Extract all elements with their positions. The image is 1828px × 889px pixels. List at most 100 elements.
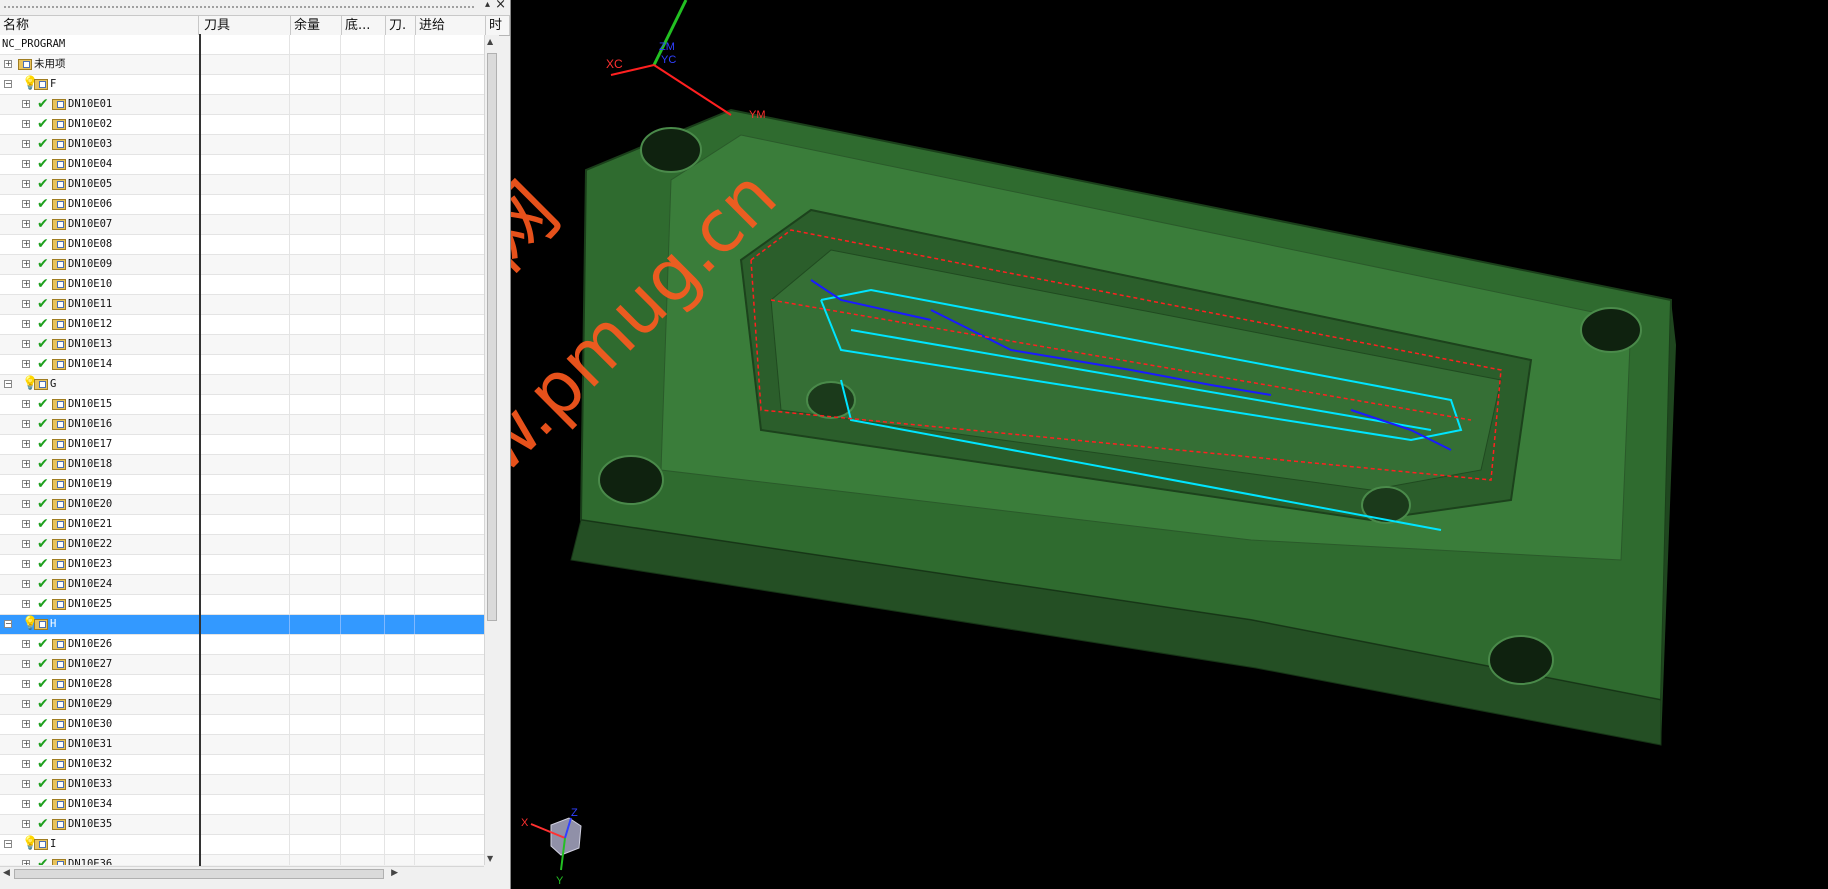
expand-icon[interactable]: + bbox=[22, 140, 30, 148]
operation-row[interactable]: + ✔ DN10E04 bbox=[0, 155, 484, 175]
expand-icon[interactable]: + bbox=[22, 460, 30, 468]
expand-icon[interactable]: + bbox=[22, 680, 30, 688]
expand-icon[interactable]: + bbox=[22, 580, 30, 588]
operation-row[interactable]: + ✔ DN10E34 bbox=[0, 795, 484, 815]
expand-icon[interactable]: + bbox=[22, 360, 30, 368]
expand-icon[interactable]: + bbox=[22, 500, 30, 508]
view-triad[interactable]: X Z Y bbox=[521, 807, 582, 887]
program-group-row[interactable]: − 💡 H bbox=[0, 615, 484, 635]
expand-icon[interactable]: + bbox=[22, 760, 30, 768]
expand-icon[interactable]: + bbox=[22, 640, 30, 648]
operation-row[interactable]: + ✔ DN10E08 bbox=[0, 235, 484, 255]
operation-row[interactable]: + ✔ DN10E25 bbox=[0, 595, 484, 615]
operation-row[interactable]: + ✔ DN10E27 bbox=[0, 655, 484, 675]
expand-icon[interactable]: + bbox=[22, 480, 30, 488]
operation-row[interactable]: + ✔ DN10E18 bbox=[0, 455, 484, 475]
column-header-time[interactable]: 时 bbox=[486, 16, 510, 35]
operation-row[interactable]: + ✔ DN10E07 bbox=[0, 215, 484, 235]
column-header-tool[interactable]: 刀具 bbox=[201, 16, 291, 35]
expand-icon[interactable]: + bbox=[22, 260, 30, 268]
expand-icon[interactable]: + bbox=[22, 160, 30, 168]
operation-row[interactable]: + ✔ DN10E21 bbox=[0, 515, 484, 535]
operation-row[interactable]: + ✔ DN10E36 bbox=[0, 855, 484, 865]
operation-row[interactable]: + ✔ DN10E32 bbox=[0, 755, 484, 775]
column-header-stock[interactable]: 余量 bbox=[291, 16, 342, 35]
expand-icon[interactable]: + bbox=[22, 860, 30, 865]
operation-row[interactable]: + ✔ DN10E31 bbox=[0, 735, 484, 755]
vertical-scroll-thumb[interactable] bbox=[487, 53, 497, 621]
expand-icon[interactable]: + bbox=[22, 660, 30, 668]
expand-icon[interactable]: + bbox=[22, 220, 30, 228]
expand-icon[interactable]: + bbox=[22, 300, 30, 308]
expand-icon[interactable]: + bbox=[22, 340, 30, 348]
program-group-row[interactable]: − 💡 I bbox=[0, 835, 484, 855]
drag-grip[interactable] bbox=[4, 6, 474, 10]
operation-row[interactable]: + ✔ DN10E14 bbox=[0, 355, 484, 375]
expand-icon[interactable]: + bbox=[22, 120, 30, 128]
expand-icon[interactable]: + bbox=[22, 800, 30, 808]
collapse-icon[interactable]: − bbox=[4, 840, 12, 848]
operation-row[interactable]: + ✔ DN10E17 bbox=[0, 435, 484, 455]
scroll-right-icon[interactable]: ▶ bbox=[391, 868, 398, 878]
close-icon[interactable]: × bbox=[495, 0, 506, 12]
operation-row[interactable]: + ✔ DN10E22 bbox=[0, 535, 484, 555]
expand-icon[interactable]: + bbox=[22, 180, 30, 188]
expand-icon[interactable]: + bbox=[22, 600, 30, 608]
operation-row[interactable]: + ✔ DN10E28 bbox=[0, 675, 484, 695]
column-header-cutter[interactable]: 刀. bbox=[386, 16, 416, 35]
operation-row[interactable]: + ✔ DN10E16 bbox=[0, 415, 484, 435]
operation-row[interactable]: + ✔ DN10E20 bbox=[0, 495, 484, 515]
pin-icon[interactable]: ▴ bbox=[485, 0, 490, 10]
tree-row[interactable]: + 未用项 bbox=[0, 55, 484, 75]
expand-icon[interactable]: + bbox=[22, 740, 30, 748]
operation-row[interactable]: + ✔ DN10E15 bbox=[0, 395, 484, 415]
expand-icon[interactable]: + bbox=[22, 280, 30, 288]
operation-row[interactable]: + ✔ DN10E03 bbox=[0, 135, 484, 155]
navigator-titlebar[interactable]: ▴ × bbox=[0, 0, 510, 14]
column-splitter[interactable] bbox=[199, 34, 201, 866]
program-group-row[interactable]: − 💡 F bbox=[0, 75, 484, 95]
expand-icon[interactable]: + bbox=[22, 240, 30, 248]
operation-row[interactable]: + ✔ DN10E30 bbox=[0, 715, 484, 735]
collapse-icon[interactable]: − bbox=[4, 380, 12, 388]
column-header-floor[interactable]: 底... bbox=[342, 16, 386, 35]
operation-row[interactable]: + ✔ DN10E29 bbox=[0, 695, 484, 715]
expand-icon[interactable]: + bbox=[22, 200, 30, 208]
scroll-down-icon[interactable]: ▼ bbox=[487, 854, 493, 863]
expand-icon[interactable]: + bbox=[22, 780, 30, 788]
horizontal-scrollbar[interactable]: ◀ ▶ bbox=[0, 866, 484, 882]
operation-row[interactable]: + ✔ DN10E11 bbox=[0, 295, 484, 315]
collapse-icon[interactable]: − bbox=[4, 80, 12, 88]
expand-icon[interactable]: + bbox=[22, 820, 30, 828]
expand-icon[interactable]: + bbox=[22, 400, 30, 408]
operation-tree[interactable]: NC_PROGRAM + 未用项 − 💡 F + ✔ DN10E01 + ✔ DN10E02 + ✔ DN1… bbox=[0, 35, 484, 865]
vertical-scrollbar[interactable]: ▲ ▼ bbox=[484, 35, 499, 865]
program-group-row[interactable]: − 💡 G bbox=[0, 375, 484, 395]
tree-row[interactable]: NC_PROGRAM bbox=[0, 35, 484, 55]
model-view[interactable]: XC ZM YC YM X Z Y 编程资料网 www.pmug.cn bbox=[511, 0, 1828, 889]
expand-icon[interactable]: + bbox=[22, 540, 30, 548]
column-header-name[interactable]: 名称 bbox=[0, 16, 199, 35]
horizontal-scroll-thumb[interactable] bbox=[14, 869, 384, 879]
operation-row[interactable]: + ✔ DN10E35 bbox=[0, 815, 484, 835]
operation-row[interactable]: + ✔ DN10E02 bbox=[0, 115, 484, 135]
operation-row[interactable]: + ✔ DN10E24 bbox=[0, 575, 484, 595]
expand-icon[interactable]: + bbox=[22, 100, 30, 108]
operation-row[interactable]: + ✔ DN10E26 bbox=[0, 635, 484, 655]
expand-icon[interactable]: + bbox=[22, 700, 30, 708]
operation-row[interactable]: + ✔ DN10E05 bbox=[0, 175, 484, 195]
expand-icon[interactable]: + bbox=[22, 560, 30, 568]
scroll-left-icon[interactable]: ◀ bbox=[3, 868, 10, 878]
operation-row[interactable]: + ✔ DN10E06 bbox=[0, 195, 484, 215]
expand-icon[interactable]: + bbox=[22, 440, 30, 448]
operation-row[interactable]: + ✔ DN10E01 bbox=[0, 95, 484, 115]
column-header-feed[interactable]: 进给 bbox=[416, 16, 486, 35]
operation-row[interactable]: + ✔ DN10E19 bbox=[0, 475, 484, 495]
operation-row[interactable]: + ✔ DN10E09 bbox=[0, 255, 484, 275]
operation-row[interactable]: + ✔ DN10E10 bbox=[0, 275, 484, 295]
expand-icon[interactable]: + bbox=[22, 320, 30, 328]
operation-row[interactable]: + ✔ DN10E12 bbox=[0, 315, 484, 335]
expand-icon[interactable]: + bbox=[22, 520, 30, 528]
collapse-icon[interactable]: − bbox=[4, 620, 12, 628]
scroll-up-icon[interactable]: ▲ bbox=[487, 37, 493, 46]
